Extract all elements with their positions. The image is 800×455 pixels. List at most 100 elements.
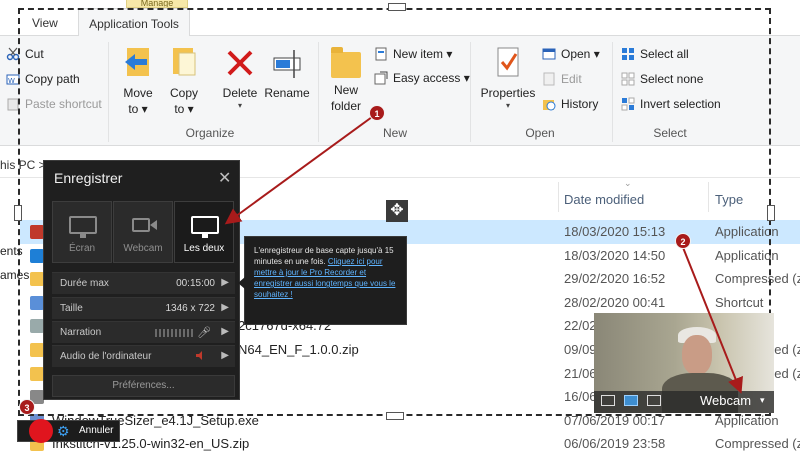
speaker-muted-icon[interactable] — [196, 351, 205, 360]
sort-chevron-icon: ⌄ — [624, 178, 632, 188]
column-header-date-modified[interactable]: Date modified — [564, 192, 644, 207]
move-crosshair-icon[interactable]: ✥ — [386, 200, 408, 222]
recorder-title: Enregistrer — [54, 170, 123, 186]
copy-to-icon — [173, 48, 196, 76]
select-none-button[interactable]: Select none — [621, 69, 703, 89]
paste-shortcut-button[interactable]: Paste shortcut — [6, 94, 102, 114]
webcam-dropdown-icon[interactable]: ▾ — [760, 395, 765, 406]
open-button[interactable]: Open ▾ — [542, 44, 600, 64]
file-type: Shortcut — [715, 294, 764, 310]
capture-resize-handle-left[interactable] — [14, 205, 22, 221]
new-item-label: New item — [393, 47, 444, 61]
tab-application-tools[interactable]: Application Tools — [78, 8, 190, 37]
group-separator — [318, 42, 319, 142]
setting-size[interactable]: Taille 1346 x 722 ▶ — [52, 297, 235, 319]
file-type-icon — [30, 225, 44, 239]
cut-label: Cut — [25, 47, 44, 61]
source-both-button[interactable]: Les deux — [174, 201, 234, 263]
column-separator[interactable] — [558, 182, 559, 212]
group-label-organize: Organize — [185, 126, 235, 140]
edit-icon — [543, 72, 555, 86]
select-none-icon — [621, 72, 635, 86]
new-item-button[interactable]: New item ▾ — [374, 44, 452, 64]
rename-button[interactable]: Rename — [264, 44, 310, 101]
delete-button[interactable]: Delete ▾ — [218, 44, 262, 111]
cut-button[interactable]: Cut — [6, 44, 44, 64]
tab-view[interactable]: View — [32, 16, 58, 30]
copy-to-button[interactable]: Copy to ▾ — [164, 44, 204, 117]
file-type-icon — [30, 272, 44, 287]
edit-button[interactable]: Edit — [542, 69, 582, 89]
properties-label: Properties — [480, 86, 536, 100]
capture-resize-handle-right[interactable] — [767, 205, 775, 221]
copy-path-icon: W — [6, 74, 20, 85]
copy-to-label-2: to ▾ — [174, 102, 194, 116]
file-type: Application — [715, 412, 779, 428]
folder-icon — [331, 47, 361, 78]
new-folder-button[interactable]: New folder — [326, 44, 366, 114]
source-webcam-button[interactable]: Webcam — [113, 201, 173, 263]
webcam-mode-pip-icon[interactable] — [624, 395, 638, 406]
capture-resize-handle-top[interactable] — [388, 3, 406, 11]
context-tab-manage[interactable]: Manage — [126, 0, 188, 8]
chevron-right-icon: ▶ — [221, 350, 229, 361]
chevron-right-icon: ▶ — [221, 326, 229, 337]
new-folder-label-2: folder — [330, 99, 362, 113]
preferences-button[interactable]: Préférences... — [52, 375, 235, 397]
file-type-icon — [30, 295, 44, 310]
gear-icon[interactable]: ⚙ — [57, 423, 70, 440]
close-icon[interactable]: ✕ — [218, 168, 231, 188]
file-type: Application — [715, 224, 779, 239]
paste-shortcut-label: Paste shortcut — [25, 97, 102, 111]
group-separator — [470, 42, 471, 142]
source-webcam-label: Webcam — [123, 243, 163, 254]
new-item-icon — [375, 47, 387, 61]
group-label-select: Select — [653, 126, 687, 140]
invert-selection-icon — [621, 97, 635, 111]
step-badge-3: 3 — [19, 399, 35, 415]
select-all-button[interactable]: Select all — [621, 44, 689, 64]
webcam-source-label[interactable]: Webcam — [700, 393, 751, 408]
easy-access-button[interactable]: Easy access ▾ — [374, 68, 470, 88]
cancel-button[interactable]: Annuler — [79, 425, 113, 436]
setting-narration[interactable]: Narration 🎤︎ ▶ — [52, 321, 235, 343]
column-header-type[interactable]: Type — [715, 192, 743, 207]
setting-computer-audio[interactable]: Audio de l'ordinateur ▶ — [52, 345, 235, 367]
audio-level-meter — [155, 329, 195, 337]
file-row[interactable]: Inkstitch-v1.25.0-win32-en_US.zip 06/06/2… — [0, 432, 800, 455]
copy-path-button[interactable]: W Copy path — [6, 69, 80, 89]
copy-path-label: Copy path — [25, 72, 80, 86]
select-all-icon — [622, 48, 634, 60]
history-button[interactable]: History — [542, 94, 598, 114]
monitor-stand — [80, 234, 86, 238]
file-type: Compressed (z — [715, 436, 800, 452]
invert-selection-label: Invert selection — [640, 97, 721, 111]
column-separator[interactable] — [708, 182, 709, 212]
file-type-icon — [30, 343, 44, 357]
move-to-label: Move — [123, 86, 153, 100]
setting-value: 00:15:00 — [176, 278, 215, 289]
setting-max-duration[interactable]: Durée max 00:15:00 ▶ — [52, 272, 235, 294]
group-separator — [108, 42, 109, 142]
move-to-button[interactable]: Move to ▾ — [118, 44, 158, 117]
group-separator — [612, 42, 613, 142]
webcam-icon — [132, 218, 150, 232]
easy-access-icon — [374, 71, 388, 85]
setting-label: Audio de l'ordinateur — [60, 351, 152, 362]
file-type-icon — [30, 248, 44, 263]
capture-resize-handle-bottom[interactable] — [386, 412, 404, 420]
record-button[interactable] — [29, 419, 53, 443]
invert-selection-button[interactable]: Invert selection — [621, 94, 721, 114]
history-icon — [543, 100, 556, 111]
webcam-mode-side-icon[interactable] — [647, 395, 661, 406]
recorder-panel: Enregistrer ✕ Écran Webcam Les deux Duré… — [43, 160, 240, 400]
source-both-label: Les deux — [183, 243, 225, 254]
microphone-icon[interactable]: 🎤︎ — [197, 326, 211, 339]
file-date: 29/02/2020 16:52 — [564, 271, 666, 287]
move-to-icon — [125, 48, 149, 76]
source-screen-button[interactable]: Écran — [52, 201, 112, 263]
monitor-webcam-icon — [191, 216, 219, 234]
webcam-person-face — [682, 335, 712, 375]
webcam-mode-full-icon[interactable] — [601, 395, 615, 406]
properties-button[interactable]: Properties ▾ — [478, 44, 538, 111]
